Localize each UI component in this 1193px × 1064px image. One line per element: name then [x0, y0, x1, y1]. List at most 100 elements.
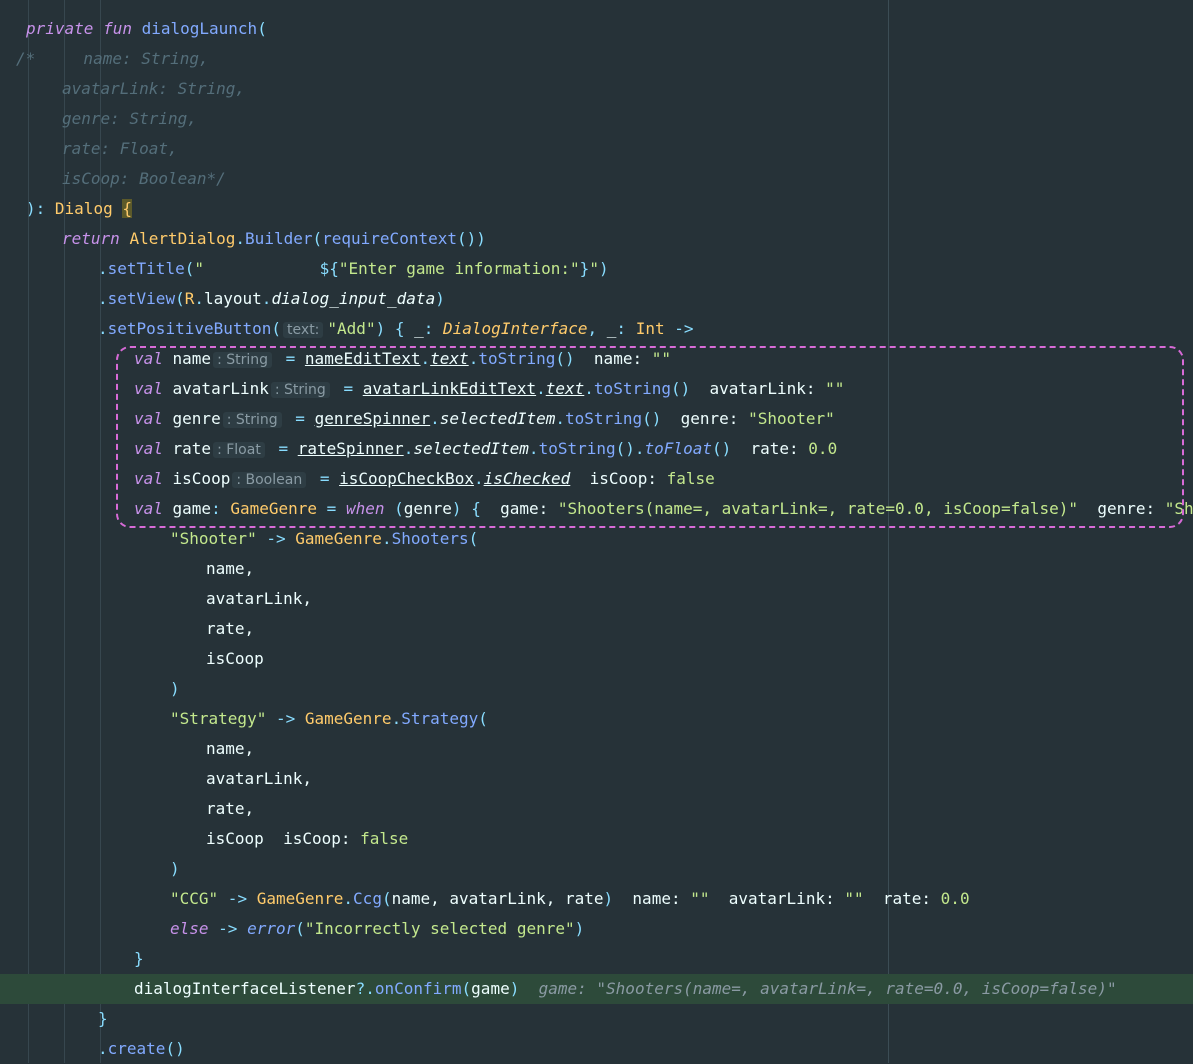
code-token: text [430, 349, 469, 368]
code-token: = [268, 439, 298, 458]
code-line[interactable]: ) [0, 854, 1193, 884]
code-token: -> [266, 709, 305, 728]
code-token: ( [312, 229, 323, 248]
code-token: . [528, 439, 539, 458]
code-editor[interactable]: private fun dialogLaunch( /* name: String… [0, 0, 1193, 1063]
code-token: genre [403, 499, 452, 518]
code-line[interactable]: ) [0, 674, 1193, 704]
code-token: ) [509, 979, 520, 998]
code-line[interactable]: rate: Float, [0, 134, 1193, 164]
code-line[interactable]: rate, [0, 614, 1193, 644]
code-token: " [194, 259, 320, 278]
inlay-hint: text: [283, 322, 324, 338]
code-token: isChecked [483, 469, 571, 488]
code-token: ()) [456, 229, 486, 248]
code-token: : [423, 319, 444, 338]
code-token: genreSpinner [314, 409, 431, 428]
code-line[interactable]: val name: String = nameEditText.text.toS… [0, 344, 1193, 374]
code-token: ) [603, 889, 614, 908]
code-comment: isCoop: Boolean*/ [62, 169, 226, 188]
code-line[interactable]: rate, [0, 794, 1193, 824]
code-token: = [317, 499, 346, 518]
code-line[interactable]: val genre: String = genreSpinner.selecte… [0, 404, 1193, 434]
code-token: ${ [319, 259, 339, 278]
code-token: . [468, 349, 479, 368]
code-line[interactable]: isCoop: Boolean*/ [0, 164, 1193, 194]
code-token: layout [204, 289, 262, 308]
code-token: ( [381, 889, 392, 908]
debug-value: "" [651, 349, 671, 368]
code-token: name, [206, 739, 255, 758]
debug-value: isCoop: [263, 829, 361, 848]
code-line[interactable]: private fun dialogLaunch( [0, 14, 1193, 44]
code-line[interactable]: val avatarLink: String = avatarLinkEditT… [0, 374, 1193, 404]
code-line[interactable]: avatarLink, [0, 764, 1193, 794]
code-token: _ [606, 319, 617, 338]
debug-value: "" [844, 889, 864, 908]
code-token: val [134, 379, 173, 398]
code-token: Builder [245, 229, 313, 248]
code-token: ( [295, 919, 305, 938]
code-token: GameGenre [295, 529, 382, 548]
code-line[interactable]: .create() [0, 1034, 1193, 1064]
code-token: "Enter game information:" [338, 259, 580, 278]
debug-value: rate: [731, 439, 809, 458]
code-token: Int [635, 319, 675, 338]
code-line[interactable]: avatarLink: String, [0, 74, 1193, 104]
code-token: genre [172, 409, 221, 428]
code-token: -> [256, 529, 296, 548]
code-token: ( [461, 979, 472, 998]
code-line[interactable]: name, [0, 554, 1193, 584]
code-line[interactable]: else -> error("Incorrectly selected genr… [0, 914, 1193, 944]
debug-value: name: [574, 349, 652, 368]
code-token: dialogInterfaceListener [134, 979, 356, 998]
code-token: "Shooter" [170, 529, 257, 548]
code-token: () [555, 349, 575, 368]
code-token: setView [107, 289, 176, 308]
code-token: isCoop [206, 649, 264, 668]
code-line[interactable]: ): Dialog { [0, 194, 1193, 224]
code-token: ( [394, 499, 404, 518]
code-line[interactable]: /* name: String, [0, 44, 1193, 74]
code-line[interactable]: isCoop isCoop: false [0, 824, 1193, 854]
code-line[interactable]: val rate: Float = rateSpinner.selectedIt… [0, 434, 1193, 464]
code-token: ( [184, 259, 195, 278]
code-token: avatarLinkEditText [362, 379, 537, 398]
inlay-hint: : String [213, 352, 273, 368]
debug-value: 0.0 [808, 439, 838, 458]
code-line[interactable]: .setPositiveButton(text: "Add") { _: Dial… [0, 314, 1193, 344]
code-line[interactable]: return AlertDialog.Builder(requireContex… [0, 224, 1193, 254]
code-token: ) [170, 859, 180, 878]
debug-value: genre: [1078, 499, 1165, 518]
code-token: Dialog [54, 199, 123, 218]
code-token: = [285, 409, 315, 428]
code-token: requireContext [322, 229, 457, 248]
code-token: ) [170, 679, 180, 698]
code-line[interactable]: val game: GameGenre = when (genre) { gam… [0, 494, 1193, 524]
code-token: ) [574, 919, 585, 938]
code-token: . [194, 289, 204, 308]
code-line[interactable]: val isCoop: Boolean = isCoopCheckBox.isC… [0, 464, 1193, 494]
code-line[interactable]: name, [0, 734, 1193, 764]
code-line[interactable]: avatarLink, [0, 584, 1193, 614]
code-token: . [261, 289, 272, 308]
code-token: ( [468, 529, 479, 548]
code-line[interactable]: "Shooter" -> GameGenre.Shooters( [0, 524, 1193, 554]
code-comment: /* name: String, [16, 49, 209, 68]
code-token: val [134, 349, 173, 368]
code-token: . [98, 289, 108, 308]
code-token: : [211, 499, 231, 518]
code-line[interactable]: .setTitle(" ${"Enter game information:"}… [0, 254, 1193, 284]
code-token: " [589, 259, 599, 278]
code-line[interactable]: .setView(R.layout.dialog_input_data) [0, 284, 1193, 314]
code-line[interactable]: "CCG" -> GameGenre.Ccg(name, avatarLink,… [0, 884, 1193, 914]
code-line[interactable]: } [0, 1004, 1193, 1034]
code-line[interactable]: isCoop [0, 644, 1193, 674]
code-token: . [420, 349, 431, 368]
code-line[interactable]: genre: String, [0, 104, 1193, 134]
inlay-hint: : String [270, 382, 330, 398]
code-token: create [107, 1039, 166, 1058]
code-line[interactable]: "Strategy" -> GameGenre.Strategy( [0, 704, 1193, 734]
code-line[interactable]: } [0, 944, 1193, 974]
execution-line[interactable]: dialogInterfaceListener?.onConfirm(game)… [0, 974, 1193, 1004]
